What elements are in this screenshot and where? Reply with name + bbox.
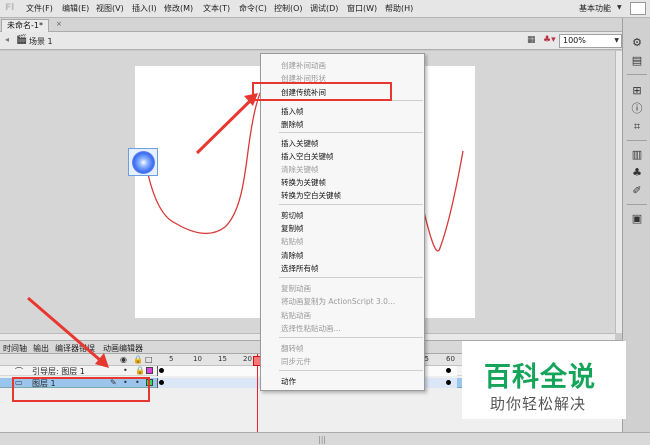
ruler-tick: 10 xyxy=(193,355,202,363)
menu-clear-keyframe[interactable]: 清除关键帧 xyxy=(281,164,319,175)
layer-outline-swatch[interactable] xyxy=(146,367,153,374)
toolbar-divider xyxy=(627,140,647,141)
vertical-scrollbar[interactable] xyxy=(615,51,622,333)
menu-separator xyxy=(279,277,423,278)
tab-timeline[interactable]: 时间轴 xyxy=(3,343,27,354)
menu-insert-blank-keyframe[interactable]: 插入空白关键帧 xyxy=(281,151,334,162)
ball-symbol[interactable] xyxy=(128,148,158,176)
keyframe[interactable] xyxy=(446,368,451,373)
menu-paste-motion[interactable]: 粘贴动画 xyxy=(281,310,311,321)
keyframe[interactable] xyxy=(159,368,164,373)
flash-logo-icon: Fl xyxy=(5,3,15,13)
edit-bar: ◂ 🎬 场景 1 ▦ ♣▾ 100% ▼ xyxy=(0,32,622,50)
menu-text[interactable]: 文本(T) xyxy=(203,3,230,14)
ruler-tick: 20 xyxy=(243,355,252,363)
guide-layer-icon: ⌒ xyxy=(15,367,23,376)
menu-window[interactable]: 窗口(W) xyxy=(347,3,377,14)
menu-separator xyxy=(279,337,423,338)
search-input[interactable] xyxy=(630,2,646,15)
menu-convert-to-keyframe[interactable]: 转换为关键帧 xyxy=(281,177,326,188)
menu-paste-motion-special[interactable]: 选择性粘贴动画... xyxy=(281,323,341,334)
menu-select-all-frames[interactable]: 选择所有帧 xyxy=(281,263,319,274)
menu-file[interactable]: 文件(F) xyxy=(26,3,53,14)
menu-separator xyxy=(279,370,423,371)
tab-motion-editor[interactable]: 动画编辑器 xyxy=(103,343,143,354)
menu-synchronize-symbols[interactable]: 同步元件 xyxy=(281,356,311,367)
menu-reverse-frames[interactable]: 翻转帧 xyxy=(281,343,304,354)
menu-cut-frames[interactable]: 剪切帧 xyxy=(281,210,304,221)
tab-output[interactable]: 输出 xyxy=(33,343,49,354)
toolbar-divider xyxy=(627,74,647,75)
visibility-dot[interactable]: • xyxy=(123,366,128,375)
menu-insert-keyframe[interactable]: 插入关键帧 xyxy=(281,138,319,149)
watermark: 百科全说 助你轻松解决 xyxy=(462,341,626,419)
lock-icon[interactable]: 🔒 xyxy=(133,355,143,364)
library-icon[interactable]: ▤ xyxy=(630,54,644,67)
ruler-tick: 60 xyxy=(446,355,455,363)
menu-create-motion-tween[interactable]: 创建补间动画 xyxy=(281,60,326,71)
lock-toggle-icon[interactable]: 🔒 xyxy=(135,366,145,375)
keyframe[interactable] xyxy=(159,380,164,385)
chevron-down-icon[interactable]: ▼ xyxy=(614,37,619,44)
menu-copy-frames[interactable]: 复制帧 xyxy=(281,223,304,234)
menu-modify[interactable]: 修改(M) xyxy=(164,3,193,14)
menu-insert-frame[interactable]: 插入帧 xyxy=(281,106,304,117)
annotation-highlight-menu xyxy=(252,82,392,101)
zoom-value: 100% xyxy=(563,36,586,45)
color-icon[interactable]: ♣ xyxy=(630,166,644,179)
menu-help[interactable]: 帮助(H) xyxy=(385,3,413,14)
frame-context-menu: 创建补间动画 创建补间形状 创建传统补间 插入帧 删除帧 插入关键帧 插入空白关… xyxy=(260,53,425,391)
menu-convert-to-blank-keyframe[interactable]: 转换为空白关键帧 xyxy=(281,190,341,201)
eye-icon[interactable]: ◉ xyxy=(120,355,127,364)
swatches-icon[interactable]: ▥ xyxy=(630,148,644,161)
menu-separator xyxy=(279,204,423,205)
menu-separator xyxy=(279,132,423,133)
ruler-tick: 15 xyxy=(218,355,227,363)
menu-insert[interactable]: 插入(I) xyxy=(132,3,157,14)
close-icon[interactable]: × xyxy=(56,20,65,29)
menu-clear-frames[interactable]: 清除帧 xyxy=(281,250,304,261)
align-icon[interactable]: ⊞ xyxy=(630,84,644,97)
watermark-title: 百科全说 xyxy=(484,362,596,393)
gear-icon[interactable]: ⚙ xyxy=(630,36,644,49)
scene-label[interactable]: 场景 1 xyxy=(29,36,53,47)
tab-compiler-errors[interactable]: 编译器错误 xyxy=(55,343,95,354)
edit-symbol-icon[interactable]: ♣▾ xyxy=(543,35,557,47)
keyframe[interactable] xyxy=(446,380,451,385)
zoom-select[interactable]: 100% ▼ xyxy=(559,34,622,48)
annotation-highlight-layer xyxy=(12,377,150,402)
right-panel-dock: ⚙ ▤ ⊞ ⓘ ⌗ ▥ ♣ ✐ ▣ xyxy=(622,18,650,432)
menu-copy-motion-as-as3[interactable]: 将动画复制为 ActionScript 3.0... xyxy=(281,296,395,307)
menu-copy-motion[interactable]: 复制动画 xyxy=(281,283,311,294)
menu-control[interactable]: 控制(O) xyxy=(274,3,303,14)
back-arrow-icon[interactable]: ◂ xyxy=(5,35,13,45)
document-tab-title: 未命名-1* xyxy=(7,21,43,30)
workspace-switcher[interactable]: 基本功能 xyxy=(579,3,611,14)
edit-scene-icon[interactable]: ▦ xyxy=(527,35,539,47)
brush-icon[interactable]: ✐ xyxy=(630,184,644,197)
menu-remove-frames[interactable]: 删除帧 xyxy=(281,119,304,130)
menu-edit[interactable]: 编辑(E) xyxy=(62,3,89,14)
resize-grip-icon[interactable]: ||| xyxy=(318,435,326,444)
components-icon[interactable]: ▣ xyxy=(630,212,644,225)
menu-commands[interactable]: 命令(C) xyxy=(239,3,267,14)
menu-paste-frames[interactable]: 粘贴帧 xyxy=(281,236,304,247)
menubar: Fl 文件(F) 编辑(E) 视图(V) 插入(I) 修改(M) 文本(T) 命… xyxy=(0,0,650,18)
scene-icon: 🎬 xyxy=(16,35,28,45)
info-icon[interactable]: ⓘ xyxy=(630,102,644,115)
transform-icon[interactable]: ⌗ xyxy=(630,120,644,133)
menu-view[interactable]: 视图(V) xyxy=(96,3,124,14)
document-tab[interactable]: 未命名-1* xyxy=(1,19,49,32)
watermark-subtitle: 助你轻松解决 xyxy=(490,395,587,413)
status-bar: ||| xyxy=(0,432,650,445)
layer-name[interactable]: 引导层: 图层 1 xyxy=(32,366,85,377)
outline-icon[interactable]: □ xyxy=(145,355,153,364)
chevron-down-icon[interactable]: ▼ xyxy=(617,4,625,12)
toolbar-divider xyxy=(627,204,647,205)
ruler-tick: 5 xyxy=(169,355,174,363)
ball-graphic xyxy=(132,151,155,174)
document-tabbar: 未命名-1* × xyxy=(0,18,622,32)
menu-actions[interactable]: 动作 xyxy=(281,376,296,387)
menu-debug[interactable]: 调试(D) xyxy=(310,3,338,14)
